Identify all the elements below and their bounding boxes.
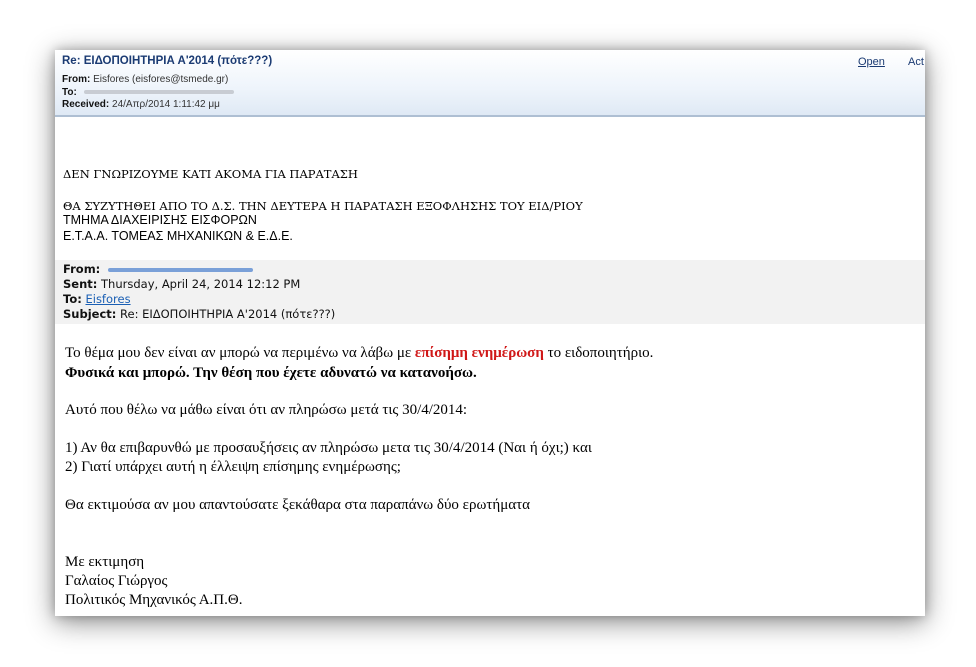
closing-line-1: Με εκτιμηση	[65, 554, 145, 570]
email-header: Re: ΕΙΔΟΠΟΙΗΤΗΡΙΑ Α'2014 (πότε???) Open …	[55, 50, 925, 117]
from-label: From:	[62, 74, 91, 85]
quoted-subject-line: Subject: Re: ΕΙΔΟΠΟΙΗΤΗΡΙΑ Α'2014 (πότε?…	[63, 307, 335, 321]
redacted-sender-link[interactable]	[107, 267, 253, 272]
open-button[interactable]: Open	[858, 56, 885, 68]
closing-line-2: Γαλαίος Γιώργος	[65, 573, 168, 589]
quoted-subject-label: Subject:	[63, 307, 117, 321]
p1-emphasis: επίσημη ενημέρωση	[414, 345, 544, 361]
message-paragraph-1: Το θέμα μου δεν είναι αν μπορώ να περιμέ…	[65, 345, 653, 362]
signature-line-2: Ε.Τ.Α.Α. ΤΟΜΕΑΣ ΜΗΧΑΝΙΚΩΝ & Ε.Δ.Ε.	[63, 229, 293, 243]
closing-line-3: Πολιτικός Μηχανικός Α.Π.Θ.	[65, 592, 243, 608]
received-value: 24/Απρ/2014 1:11:42 μμ	[112, 99, 220, 110]
quoted-sent-label: Sent:	[63, 277, 98, 291]
from-line: From: Eisfores (eisfores@tsmede.gr)	[62, 74, 228, 85]
to-label: To:	[62, 87, 77, 98]
quoted-header: From: Sent: Thursday, April 24, 2014 12:…	[55, 260, 925, 324]
p1-text-after: το ειδοποιητήριο.	[543, 345, 654, 361]
received-label: Received:	[62, 99, 110, 110]
p1-text-before: Το θέμα μου δεν είναι αν μπορώ να περιμέ…	[65, 345, 415, 361]
email-window: Re: ΕΙΔΟΠΟΙΗΤΗΡΙΑ Α'2014 (πότε???) Open …	[55, 50, 925, 616]
question-1: 1) Αν θα επιβαρυνθώ με προσαυξήσεις αν π…	[65, 440, 592, 456]
quoted-subject-value: Re: ΕΙΔΟΠΟΙΗΤΗΡΙΑ Α'2014 (πότε???)	[120, 307, 336, 321]
from-value[interactable]: Eisfores (eisfores@tsmede.gr)	[93, 74, 228, 85]
question-2: 2) Γιατί υπάρχει αυτή η έλλειψη επίσημης…	[65, 459, 401, 475]
signature-line-1: ΤΜΗΜΑ ΔΙΑΧΕΙΡΙΣΗΣ ΕΙΣΦΟΡΩΝ	[63, 213, 257, 227]
reply-line-2: ΘΑ ΣΥΖΥΤΗΘΕΙ ΑΠΟ ΤΟ Δ.Σ. ΤΗΝ ΔΕΥΤΕΡΑ Η Π…	[63, 199, 583, 213]
open-button-label: Open	[858, 56, 885, 68]
quoted-to-label: To:	[63, 292, 82, 306]
actions-button[interactable]: Act	[908, 56, 924, 68]
quoted-to-link[interactable]: Eisfores	[85, 292, 130, 306]
quoted-sent-value: Thursday, April 24, 2014 12:12 PM	[101, 277, 301, 291]
message-paragraph-2: Φυσικά και μπορώ. Την θέση που έχετε αδυ…	[65, 365, 477, 381]
quoted-from-line: From:	[63, 262, 253, 276]
email-subject: Re: ΕΙΔΟΠΟΙΗΤΗΡΙΑ Α'2014 (πότε???)	[62, 55, 273, 67]
redacted-recipient	[83, 90, 234, 95]
to-line: To:	[62, 87, 234, 98]
quoted-sent-line: Sent: Thursday, April 24, 2014 12:12 PM	[63, 277, 300, 291]
email-body: ΔΕΝ ΓΝΩΡΙΖΟΥΜΕ ΚΑΤΙ ΑΚΟΜΑ ΓΙΑ ΠΑΡΑΤΑΣΗ Θ…	[55, 119, 925, 616]
reply-line-1: ΔΕΝ ΓΝΩΡΙΖΟΥΜΕ ΚΑΤΙ ΑΚΟΜΑ ΓΙΑ ΠΑΡΑΤΑΣΗ	[63, 167, 358, 181]
quoted-to-line: To: Eisfores	[63, 292, 131, 306]
message-paragraph-3: Αυτό που θέλω να μάθω είναι ότι αν πληρώ…	[65, 402, 468, 418]
message-paragraph-4: Θα εκτιμούσα αν μου απαντούσατε ξεκάθαρα…	[65, 497, 530, 513]
quoted-from-label: From:	[63, 262, 101, 276]
received-line: Received: 24/Απρ/2014 1:11:42 μμ	[62, 99, 220, 110]
